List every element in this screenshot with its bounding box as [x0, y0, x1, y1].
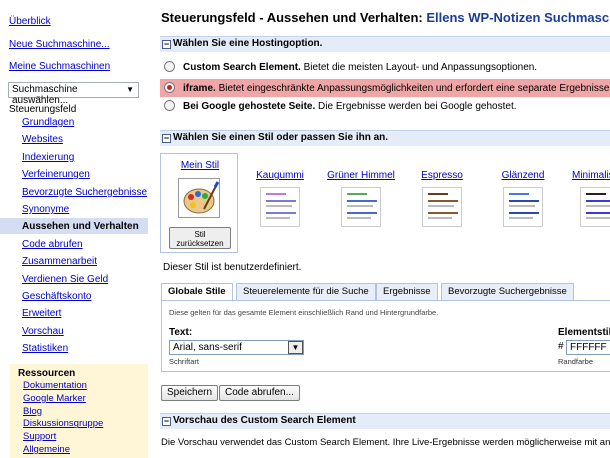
- resource-blog[interactable]: Blog: [23, 406, 42, 417]
- style-preset-label[interactable]: Espresso: [407, 170, 477, 181]
- sidebar-item-preview[interactable]: Vorschau: [22, 326, 64, 337]
- resource-documentation[interactable]: Dokumentation: [23, 380, 87, 391]
- engine-select[interactable]: Suchmaschine auswählen... ▼: [8, 82, 139, 106]
- style-thumbnail[interactable]: [422, 187, 462, 227]
- hosting-option-google-hosted[interactable]: Bei Google gehostete Seite. Die Ergebnis…: [164, 100, 517, 112]
- hosting-option-label: Bei Google gehostete Seite.: [183, 101, 316, 112]
- hosting-section-header[interactable]: − Wählen Sie eine Hostingoption.: [160, 36, 610, 52]
- sidebar: Überblick Neue Suchmaschine... Meine Suc…: [0, 0, 148, 458]
- radio-element[interactable]: [164, 61, 175, 72]
- sidebar-item-indexing[interactable]: Indexierung: [22, 152, 74, 163]
- style-preset-label[interactable]: Minimalis: [562, 170, 610, 181]
- font-select[interactable]: Arial, sans-serif: [169, 340, 304, 355]
- resources-title: Ressourcen: [18, 368, 76, 379]
- hosting-option-desc: Die Ergebnisse werden bei Google gehoste…: [318, 101, 517, 112]
- style-preset-glaenzend[interactable]: Glänzend: [488, 170, 558, 227]
- style-preset-minimalist[interactable]: Minimalis: [562, 170, 610, 227]
- save-button[interactable]: Speichern: [161, 385, 219, 401]
- resource-general[interactable]: Allgemeine: [23, 444, 70, 455]
- style-preset-label[interactable]: Grüner Himmel: [326, 170, 396, 181]
- panel-note: Diese gelten für das gesamte Element ein…: [169, 308, 439, 317]
- new-engine-link[interactable]: Neue Suchmaschine...: [9, 39, 110, 50]
- border-color-value: FFFFFF: [570, 342, 607, 353]
- control-panel-nav: Grundlagen Websites Indexierung Verfeine…: [22, 117, 147, 360]
- sidebar-item-advanced[interactable]: Erweitert: [22, 308, 61, 319]
- style-preset-espresso[interactable]: Espresso: [407, 170, 477, 227]
- custom-style-note: Dieser Stil ist benutzerdefiniert.: [163, 262, 302, 273]
- page-title-prefix: Steuerungsfeld - Aussehen und Verhalten:: [161, 10, 423, 25]
- sidebar-item-websites[interactable]: Websites: [22, 134, 63, 145]
- collapse-icon[interactable]: −: [162, 134, 171, 143]
- style-preset-gruener-himmel[interactable]: Grüner Himmel: [326, 170, 396, 227]
- text-label: Text:: [169, 327, 193, 338]
- paint-palette-icon: [178, 178, 220, 218]
- font-caption: Schriftart: [169, 357, 200, 366]
- engine-select-value: Suchmaschine auswählen...: [12, 84, 78, 106]
- sidebar-item-promotions[interactable]: Bevorzugte Suchergebnisse: [22, 187, 147, 198]
- style-thumbnail[interactable]: [580, 187, 610, 227]
- overview-link[interactable]: Überblick: [9, 16, 51, 27]
- style-section-header[interactable]: − Wählen Sie einen Stil oder passen Sie i…: [160, 130, 610, 146]
- element-style-label: Elementstil:: [558, 327, 610, 338]
- my-engines-link[interactable]: Meine Suchmaschinen: [9, 61, 110, 72]
- preview-description: Die Vorschau verwendet das Custom Search…: [161, 437, 610, 448]
- resource-discussion-group[interactable]: Diskussionsgruppe: [23, 418, 103, 429]
- tab-results[interactable]: Ergebnisse: [376, 283, 438, 301]
- sidebar-item-get-code[interactable]: Code abrufen: [22, 239, 83, 250]
- sidebar-item-collaboration[interactable]: Zusammenarbeit: [22, 256, 97, 267]
- hash-prefix: #: [558, 341, 564, 352]
- hosting-option-iframe[interactable]: iframe. Bietet eingeschränkte Anpassungs…: [160, 79, 610, 97]
- style-thumbnail[interactable]: [260, 187, 300, 227]
- hosting-option-element[interactable]: Custom Search Element. Bietet die meiste…: [164, 61, 537, 73]
- hosting-section-title: Wählen Sie eine Hostingoption.: [173, 38, 323, 49]
- style-thumbnail[interactable]: [341, 187, 381, 227]
- preview-section-title: Vorschau des Custom Search Element: [173, 415, 356, 426]
- style-preset-label[interactable]: Kaugummi: [245, 170, 315, 181]
- control-panel-label: Steuerungsfeld: [9, 104, 77, 115]
- style-preset-kaugummi[interactable]: Kaugummi: [245, 170, 315, 227]
- chevron-down-icon: ▼: [126, 85, 134, 94]
- collapse-icon[interactable]: −: [162, 40, 171, 49]
- radio-iframe[interactable]: [164, 82, 175, 93]
- border-color-input[interactable]: FFFFFF: [566, 340, 610, 355]
- sidebar-item-look-and-feel[interactable]: Aussehen und Verhalten: [22, 221, 139, 232]
- sidebar-item-statistics[interactable]: Statistiken: [22, 343, 68, 354]
- main-content: Steuerungsfeld - Aussehen und Verhalten:…: [160, 0, 610, 458]
- hosting-option-desc: Bietet die meisten Layout- und Anpassung…: [303, 62, 538, 73]
- preview-section-header[interactable]: − Vorschau des Custom Search Element: [160, 413, 610, 429]
- page-title: Steuerungsfeld - Aussehen und Verhalten:…: [161, 10, 610, 25]
- hosting-option-label: Custom Search Element.: [183, 62, 301, 73]
- hosting-option-desc: Bietet eingeschränkte Anpassungsmöglichk…: [218, 83, 610, 94]
- reset-style-button[interactable]: Stil zurücksetzen: [169, 227, 231, 249]
- border-color-caption: Randfarbe: [558, 357, 594, 366]
- sidebar-item-business[interactable]: Geschäftskonto: [22, 291, 91, 302]
- resource-google-marker[interactable]: Google Marker: [23, 393, 86, 404]
- tab-search-controls[interactable]: Steuerelemente für die Suche: [236, 283, 376, 301]
- sidebar-item-make-money[interactable]: Verdienen Sie Geld: [22, 274, 108, 285]
- tab-promotions[interactable]: Bevorzugte Suchergebnisse: [441, 283, 574, 301]
- my-style-link[interactable]: Mein Stil: [161, 160, 239, 171]
- sidebar-item-basics[interactable]: Grundlagen: [22, 117, 74, 128]
- sidebar-item-synonyms[interactable]: Synonyme: [22, 204, 69, 215]
- hosting-option-label: iframe.: [183, 83, 216, 94]
- collapse-icon[interactable]: −: [162, 417, 171, 426]
- chevron-down-icon[interactable]: ▼: [288, 341, 303, 354]
- resource-support[interactable]: Support: [23, 431, 56, 442]
- style-preset-label[interactable]: Glänzend: [488, 170, 558, 181]
- style-thumbnail[interactable]: [503, 187, 543, 227]
- radio-google-hosted[interactable]: [164, 100, 175, 111]
- resources-box: Ressourcen Dokumentation Google Marker B…: [10, 364, 148, 458]
- my-style-box[interactable]: Mein Stil Stil zurücksetzen: [160, 153, 238, 253]
- get-code-button[interactable]: Code abrufen...: [219, 385, 300, 401]
- font-select-value: Arial, sans-serif: [173, 342, 242, 353]
- style-section-title: Wählen Sie einen Stil oder passen Sie ih…: [173, 132, 389, 143]
- sidebar-item-refinements[interactable]: Verfeinerungen: [22, 169, 90, 180]
- engine-name: Ellens WP-Notizen Suchmaschine: [426, 10, 610, 25]
